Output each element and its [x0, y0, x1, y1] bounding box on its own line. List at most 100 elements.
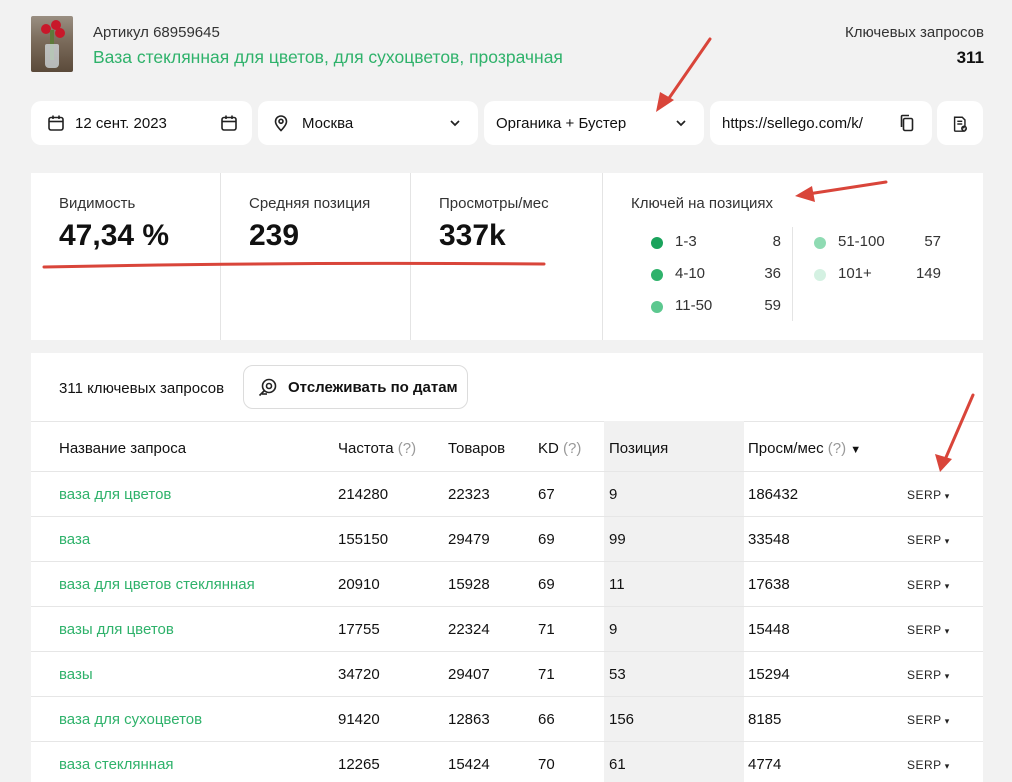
vase-decor [45, 44, 59, 68]
cell-views: 17638 [748, 576, 790, 593]
col-header-views[interactable]: Просм/мес (?) ▼ [748, 440, 861, 457]
cell-goods: 29479 [448, 531, 490, 548]
cell-query[interactable]: ваза [59, 531, 90, 548]
cell-kd: 71 [538, 666, 555, 683]
sort-desc-icon[interactable]: ▼ [850, 444, 861, 456]
cell-views: 186432 [748, 486, 799, 503]
serp-dropdown[interactable]: SERP ▾ [907, 533, 950, 547]
bucket-count: 149 [915, 265, 941, 282]
chevron-down-icon: ▾ [941, 761, 950, 771]
divider [31, 516, 983, 517]
serp-dropdown[interactable]: SERP ▾ [907, 713, 950, 727]
cell-frequency: 155150 [338, 531, 389, 548]
export-button[interactable] [937, 101, 983, 145]
copy-icon[interactable] [898, 114, 916, 132]
chevron-down-icon: ▾ [941, 626, 950, 636]
share-url-field[interactable]: https://sellego.com/k/ [710, 101, 932, 145]
cell-query[interactable]: ваза для цветов стеклянная [59, 576, 255, 593]
bucket-range: 51-100 [838, 233, 885, 250]
chevron-down-icon: ▾ [941, 491, 950, 501]
serp-label: SERP [907, 668, 942, 682]
chevron-down-icon [672, 114, 690, 132]
col-header-kd-label: KD [538, 440, 559, 457]
avg-position-value: 239 [249, 219, 300, 252]
source-select[interactable]: Органика + Бустер [484, 101, 704, 145]
divider [31, 741, 983, 742]
date-value: 12 сент. 2023 [75, 114, 167, 132]
cell-position: 53 [609, 666, 626, 683]
product-artikul: Артикул 68959645 [93, 24, 220, 41]
views-label: Просмотры/мес [439, 195, 549, 212]
cell-query[interactable]: ваза для сухоцветов [59, 711, 202, 728]
cell-position: 11 [609, 576, 625, 593]
divider [31, 651, 983, 652]
bucket-dot [814, 269, 826, 281]
chevron-down-icon: ▾ [941, 536, 950, 546]
track-target-icon [257, 376, 279, 398]
divider [792, 227, 793, 321]
cell-frequency: 17755 [338, 621, 380, 638]
serp-dropdown[interactable]: SERP ▾ [907, 668, 950, 682]
queries-card: 311 ключевых запросов Отслеживать по дат… [31, 353, 983, 782]
share-url-value: https://sellego.com/k/ [722, 114, 863, 132]
cell-query[interactable]: ваза для цветов [59, 486, 171, 503]
serp-dropdown[interactable]: SERP ▾ [907, 623, 950, 637]
avg-position-label: Средняя позиция [249, 195, 371, 212]
location-pin-icon [272, 114, 290, 132]
cell-kd: 69 [538, 531, 555, 548]
track-by-dates-button[interactable]: Отслеживать по датам [243, 365, 468, 409]
calendar-icon[interactable] [220, 114, 238, 132]
help-hint[interactable]: (?) [563, 440, 581, 457]
col-header-query[interactable]: Название запроса [59, 440, 186, 457]
serp-dropdown[interactable]: SERP ▾ [907, 488, 950, 502]
cell-query[interactable]: вазы [59, 666, 93, 683]
cell-kd: 70 [538, 756, 555, 773]
divider [31, 696, 983, 697]
cell-query[interactable]: вазы для цветов [59, 621, 174, 638]
cell-position: 61 [609, 756, 626, 773]
chevron-down-icon: ▾ [941, 671, 950, 681]
serp-dropdown[interactable]: SERP ▾ [907, 578, 950, 592]
keywords-label: Ключевых запросов [845, 24, 984, 41]
cell-views: 15448 [748, 621, 790, 638]
keywords-count: 311 [956, 48, 984, 67]
cell-kd: 69 [538, 576, 555, 593]
col-header-goods[interactable]: Товаров [448, 440, 505, 457]
divider [31, 471, 983, 472]
chevron-down-icon [446, 114, 464, 132]
keys-positions-title: Ключей на позициях [631, 195, 774, 212]
bucket-range: 4-10 [675, 265, 706, 282]
serp-label: SERP [907, 578, 942, 592]
divider [602, 173, 603, 340]
product-thumbnail[interactable] [31, 16, 73, 72]
divider [31, 561, 983, 562]
source-value: Органика + Бустер [496, 114, 627, 132]
cell-query[interactable]: ваза стеклянная [59, 756, 174, 773]
help-hint[interactable]: (?) [398, 440, 416, 457]
serp-dropdown[interactable]: SERP ▾ [907, 758, 950, 772]
cell-views: 4774 [748, 756, 782, 773]
serp-label: SERP [907, 623, 942, 637]
cell-kd: 71 [538, 621, 555, 638]
col-header-frequency[interactable]: Частота (?) [338, 440, 416, 457]
city-value: Москва [302, 114, 354, 132]
flower-decor [55, 28, 65, 38]
bucket-count: 59 [764, 297, 781, 314]
city-select[interactable]: Москва [258, 101, 478, 145]
calendar-icon [47, 114, 65, 132]
export-document-icon [951, 114, 969, 132]
serp-label: SERP [907, 758, 942, 772]
bucket-count: 57 [924, 233, 941, 250]
product-title[interactable]: Ваза стеклянная для цветов, для сухоцвет… [93, 47, 563, 68]
help-hint[interactable]: (?) [828, 440, 846, 457]
bucket-dot [814, 237, 826, 249]
date-picker[interactable]: 12 сент. 2023 [31, 101, 252, 145]
col-header-position[interactable]: Позиция [609, 440, 668, 457]
cell-frequency: 91420 [338, 711, 380, 728]
bucket-count: 8 [772, 233, 781, 250]
col-header-frequency-label: Частота [338, 440, 394, 457]
views-stat: Просмотры/мес 337k [411, 173, 601, 340]
col-header-kd[interactable]: KD (?) [538, 440, 581, 457]
serp-label: SERP [907, 488, 942, 502]
visibility-value: 47,34 % [59, 219, 170, 252]
